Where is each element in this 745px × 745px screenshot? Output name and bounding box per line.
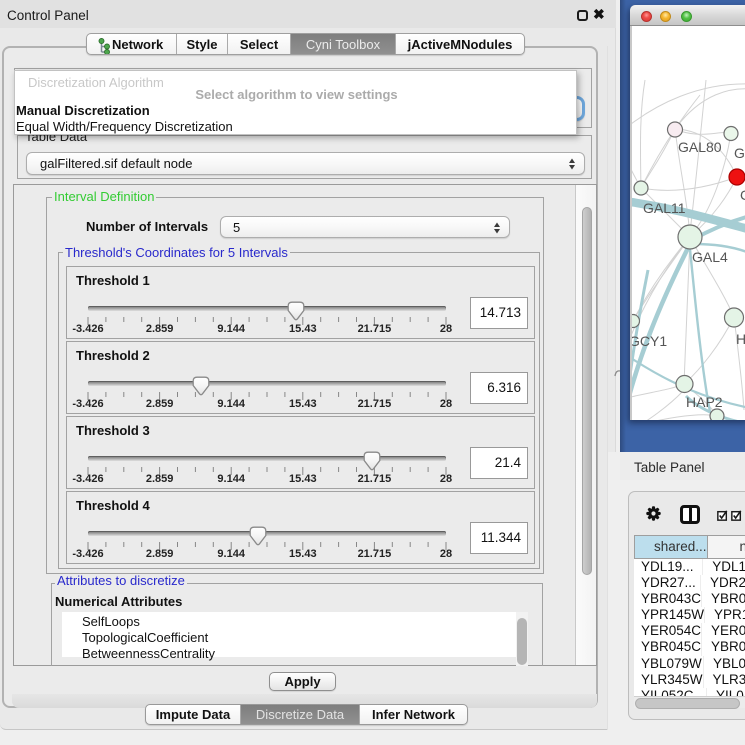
svg-text:HAP2: HAP2 bbox=[686, 394, 723, 410]
svg-text:GCY1: GCY1 bbox=[632, 333, 667, 349]
svg-text:C: C bbox=[740, 187, 745, 203]
svg-text:H: H bbox=[736, 331, 745, 347]
svg-text:GAL11: GAL11 bbox=[643, 200, 686, 216]
svg-text:GAL4: GAL4 bbox=[692, 249, 728, 265]
svg-text:GAL80: GAL80 bbox=[678, 139, 722, 155]
svg-text:GA: GA bbox=[734, 145, 745, 161]
